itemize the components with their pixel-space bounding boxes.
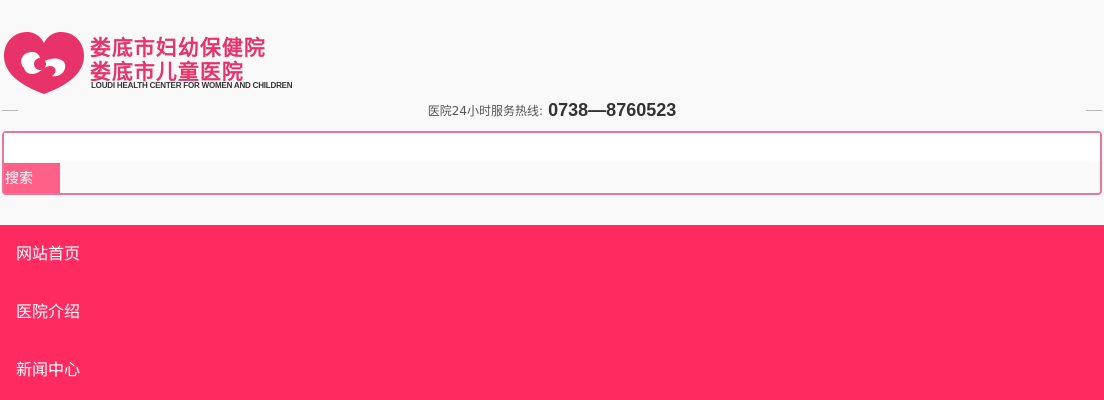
nav-item-home[interactable]: 网站首页 xyxy=(0,225,1104,283)
site-logo[interactable]: 娄底市妇幼保健院 娄底市儿童医院 LOUDI HEALTH CENTER FOR… xyxy=(2,28,322,98)
nav-item-news[interactable]: 新闻中心 xyxy=(0,341,1104,399)
search-input[interactable] xyxy=(4,133,1100,162)
hotline-label: 医院24小时服务热线: xyxy=(427,104,544,118)
search-button[interactable]: 搜索 xyxy=(4,163,60,193)
hotline-row: 医院24小时服务热线: 0738—8760523 xyxy=(0,100,1104,122)
nav-item-about[interactable]: 医院介绍 xyxy=(0,283,1104,341)
logo-name-english: LOUDI HEALTH CENTER FOR WOMEN AND CHILDR… xyxy=(91,81,293,90)
search-form: 搜索 xyxy=(2,131,1102,195)
hotline-number: 0738—8760523 xyxy=(548,100,677,120)
divider xyxy=(1086,110,1102,111)
main-nav: 网站首页 医院介绍 新闻中心 xyxy=(0,225,1104,400)
heart-logo-icon xyxy=(4,32,84,94)
site-header: 娄底市妇幼保健院 娄底市儿童医院 LOUDI HEALTH CENTER FOR… xyxy=(0,0,1104,225)
hotline: 医院24小时服务热线: 0738—8760523 xyxy=(0,100,1104,121)
